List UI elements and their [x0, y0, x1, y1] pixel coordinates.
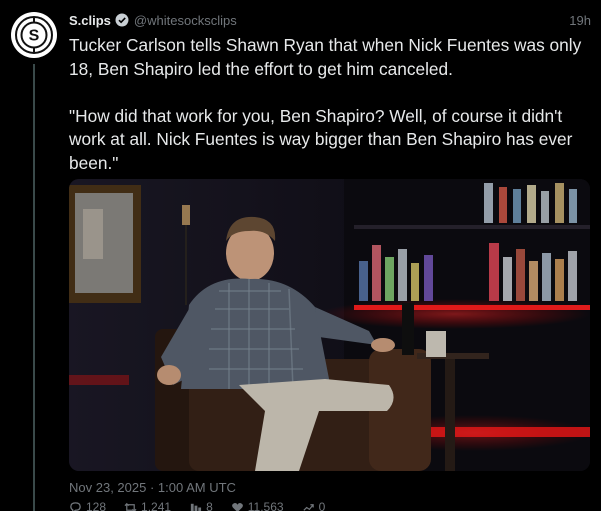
tweet-time[interactable]: 19h [569, 13, 591, 28]
views-icon [302, 503, 314, 511]
reply-icon [70, 501, 81, 511]
verified-badge-icon [115, 13, 129, 27]
author-handle[interactable]: @whitesocksclips [134, 13, 237, 28]
tweet-header: S.clips @whitesocksclips 19h [69, 11, 591, 29]
dollar-logo-icon: S [15, 16, 53, 54]
like-button[interactable]: 11,563 [231, 500, 284, 511]
heart-icon [231, 502, 243, 511]
quote-count: 8 [206, 500, 213, 511]
action-bar: 128 1,241 8 11,563 0 [69, 500, 325, 511]
avatar[interactable]: S [11, 12, 57, 58]
quote-button[interactable]: 8 [189, 500, 213, 511]
views-count: 0 [318, 500, 326, 511]
avatar-letter: S [29, 28, 40, 45]
tweet-paragraph: Tucker Carlson tells Shawn Ryan that whe… [69, 35, 582, 79]
tweet-timestamp[interactable]: Nov 23, 2025 · 1:00 AM UTC [69, 480, 236, 495]
views-button[interactable]: 0 [302, 500, 326, 511]
quote-icon [190, 503, 202, 511]
retweet-icon [124, 502, 137, 511]
retweet-count: 1,241 [141, 500, 172, 511]
retweet-button[interactable]: 1,241 [124, 500, 171, 511]
reply-count: 128 [86, 500, 107, 511]
video-frame [69, 179, 590, 471]
tweet-text: Tucker Carlson tells Shawn Ryan that whe… [69, 34, 589, 175]
tweet-paragraph: "How did that work for you, Ben Shapiro?… [69, 105, 573, 173]
like-count: 11,563 [247, 500, 284, 511]
thread-line [33, 64, 35, 511]
author-name[interactable]: S.clips [69, 13, 111, 28]
reply-button[interactable]: 128 [69, 500, 106, 511]
tweet-video[interactable] [69, 179, 590, 471]
